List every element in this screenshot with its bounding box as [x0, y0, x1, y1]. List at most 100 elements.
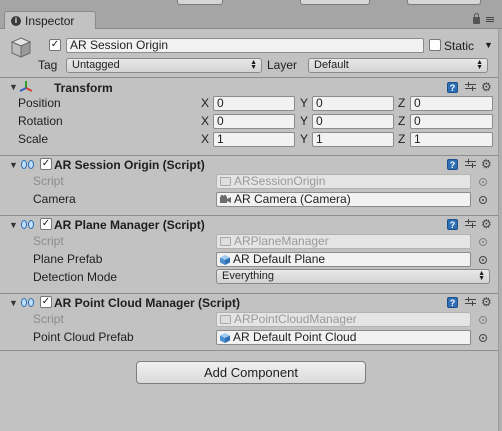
position-z-field[interactable]: 0: [410, 96, 493, 111]
gear-icon[interactable]: ⚙: [481, 296, 492, 308]
gear-icon[interactable]: ⚙: [481, 158, 492, 170]
scale-y-field[interactable]: 1: [312, 132, 394, 147]
script-field: ARPlaneManager: [216, 234, 471, 249]
static-checkbox[interactable]: [429, 39, 441, 51]
toolbar-button-stub[interactable]: [177, 0, 223, 5]
lock-icon[interactable]: [473, 13, 480, 24]
toolbar-button-stub[interactable]: [300, 0, 370, 5]
plane-manager-header[interactable]: ▼ ✓ AR Plane Manager (Script) ? ⚙: [0, 215, 502, 233]
script-icon: [21, 298, 35, 307]
object-picker-icon[interactable]: [479, 196, 487, 204]
plane-prefab-value: AR Default Plane: [233, 252, 326, 266]
layer-value: Default: [314, 59, 349, 71]
script-file-icon: [220, 237, 231, 246]
axis-y-label: Y: [300, 114, 309, 128]
presets-icon[interactable]: [465, 82, 476, 93]
plane-prefab-label: Plane Prefab: [33, 252, 103, 266]
help-icon[interactable]: ?: [447, 159, 458, 170]
script-file-icon: [220, 177, 231, 186]
static-label: Static: [444, 39, 475, 53]
object-picker-icon: [479, 238, 487, 246]
gear-icon[interactable]: ⚙: [481, 81, 492, 93]
axis-z-label: Z: [398, 96, 406, 110]
gameobject-name-field[interactable]: AR Session Origin: [66, 38, 424, 53]
foldout-arrow-icon[interactable]: ▼: [9, 220, 18, 230]
detection-mode-label: Detection Mode: [33, 270, 118, 284]
chevron-down-icon[interactable]: ▼: [484, 40, 493, 50]
camera-label: Camera: [33, 192, 76, 206]
toolbar-button-stub[interactable]: [407, 0, 481, 5]
script-label: Script: [33, 174, 64, 188]
axis-z-label: Z: [398, 114, 406, 128]
rotation-z-field[interactable]: 0: [410, 114, 493, 129]
plane-manager-title: AR Plane Manager (Script): [54, 218, 205, 232]
script-field: ARSessionOrigin: [216, 174, 471, 189]
scale-z-field[interactable]: 1: [410, 132, 493, 147]
dropdown-arrows-icon: ▲ ▼: [478, 270, 485, 282]
dropdown-arrows-icon: ▲ ▼: [250, 59, 257, 71]
prefab-icon: [220, 254, 230, 265]
foldout-arrow-icon[interactable]: ▼: [9, 82, 18, 92]
active-checkbox[interactable]: ✓: [49, 39, 61, 51]
point-cloud-prefab-field[interactable]: AR Default Point Cloud: [216, 330, 471, 345]
presets-icon[interactable]: [465, 219, 476, 230]
object-picker-icon[interactable]: [479, 334, 487, 342]
script-value: ARSessionOrigin: [234, 174, 326, 188]
object-picker-icon: [479, 178, 487, 186]
presets-icon[interactable]: [465, 159, 476, 170]
scrollbar-track[interactable]: [498, 29, 502, 431]
menu-icon[interactable]: [486, 16, 494, 22]
gameobject-cube-icon: [10, 37, 32, 58]
help-icon[interactable]: ?: [447, 82, 458, 93]
component-enabled-checkbox[interactable]: ✓: [40, 158, 52, 170]
scale-x-field[interactable]: 1: [213, 132, 295, 147]
position-label: Position: [18, 96, 61, 110]
script-value: ARPlaneManager: [234, 234, 329, 248]
point-cloud-title: AR Point Cloud Manager (Script): [54, 296, 240, 310]
axis-y-label: Y: [300, 132, 309, 146]
component-enabled-checkbox[interactable]: ✓: [40, 296, 52, 308]
object-picker-icon[interactable]: [479, 256, 487, 264]
point-cloud-header[interactable]: ▼ ✓ AR Point Cloud Manager (Script) ? ⚙: [0, 293, 502, 311]
position-y-field[interactable]: 0: [312, 96, 394, 111]
rotation-y-field[interactable]: 0: [312, 114, 394, 129]
tag-value: Untagged: [72, 59, 120, 71]
axis-x-label: X: [201, 132, 210, 146]
tab-label: Inspector: [25, 13, 75, 28]
help-icon[interactable]: ?: [447, 297, 458, 308]
transform-axes-icon: [19, 81, 33, 92]
object-picker-icon: [479, 316, 487, 324]
rotation-x-field[interactable]: 0: [213, 114, 295, 129]
gear-icon[interactable]: ⚙: [481, 218, 492, 230]
script-field: ARPointCloudManager: [216, 312, 471, 327]
script-icon: [21, 160, 35, 169]
session-origin-header[interactable]: ▼ ✓ AR Session Origin (Script) ? ⚙: [0, 155, 502, 173]
presets-icon[interactable]: [465, 297, 476, 308]
tag-dropdown[interactable]: Untagged ▲ ▼: [66, 58, 262, 73]
session-origin-title: AR Session Origin (Script): [54, 158, 205, 172]
axis-y-label: Y: [300, 96, 309, 110]
component-enabled-checkbox[interactable]: ✓: [40, 218, 52, 230]
detection-mode-value: Everything: [222, 270, 274, 282]
point-cloud-prefab-value: AR Default Point Cloud: [233, 330, 357, 344]
detection-mode-dropdown[interactable]: Everything ▲ ▼: [216, 269, 490, 284]
foldout-arrow-icon[interactable]: ▼: [9, 160, 18, 170]
layer-dropdown[interactable]: Default ▲ ▼: [308, 58, 488, 73]
camera-value: AR Camera (Camera): [234, 192, 351, 206]
layer-label: Layer: [267, 58, 298, 72]
transform-header[interactable]: ▼ Transform ? ⚙: [0, 77, 502, 95]
script-value: ARPointCloudManager: [234, 312, 357, 326]
plane-prefab-field[interactable]: AR Default Plane: [216, 252, 471, 267]
tab-inspector[interactable]: i Inspector: [4, 11, 96, 29]
script-icon: [21, 220, 35, 229]
add-component-button[interactable]: Add Component: [136, 361, 366, 384]
foldout-arrow-icon[interactable]: ▼: [9, 298, 18, 308]
script-label: Script: [33, 312, 64, 326]
position-x-field[interactable]: 0: [213, 96, 295, 111]
help-icon[interactable]: ?: [447, 219, 458, 230]
scale-label: Scale: [18, 132, 49, 146]
camera-field[interactable]: AR Camera (Camera): [216, 192, 471, 207]
tab-bar: i Inspector: [0, 0, 502, 29]
dropdown-arrows-icon: ▲ ▼: [476, 59, 483, 71]
camera-icon: [220, 195, 231, 203]
